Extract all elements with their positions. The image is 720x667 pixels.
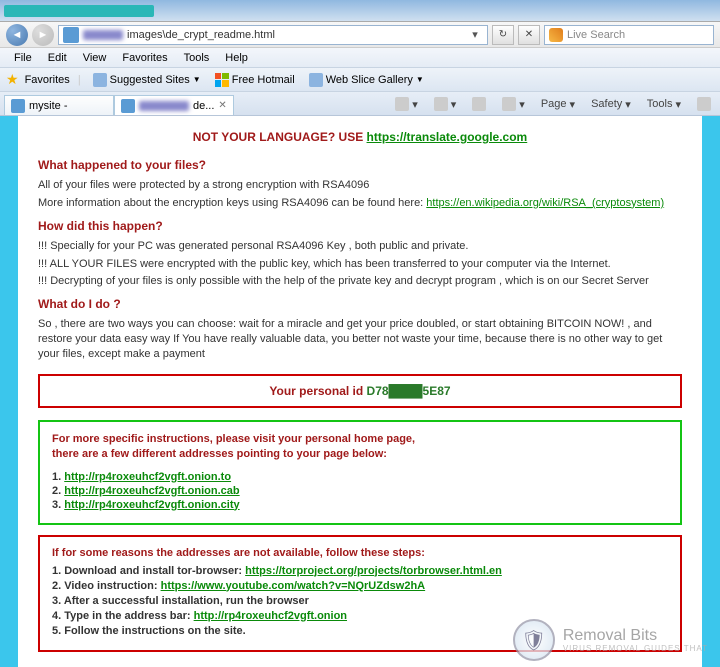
mail-button[interactable] [467, 95, 491, 113]
suggested-icon [93, 73, 107, 87]
heading-what-do: What do I do ? [38, 297, 682, 311]
step-2: 2. Video instruction: https://www.youtub… [52, 580, 668, 592]
bing-icon [549, 28, 563, 42]
menu-tools[interactable]: Tools [176, 50, 218, 66]
fav-free-hotmail[interactable]: Free Hotmail [211, 71, 299, 89]
step-3: 3. After a successful installation, run … [52, 595, 668, 607]
navigation-bar: ◄ ► images\de_crypt_readme.html ▾ ↻ ✕ Li… [0, 22, 720, 48]
menu-view[interactable]: View [75, 50, 115, 66]
safety-menu[interactable]: Safety▾ [586, 96, 636, 113]
feeds-button[interactable]: ▾ [429, 95, 462, 113]
watermark-sub: VIRUS REMOVAL GUIDES THAT [563, 644, 708, 653]
para-decrypt-only: !!! Decrypting of your files is only pos… [38, 274, 682, 289]
webslice-icon [309, 73, 323, 87]
close-tab-icon[interactable]: ✕ [218, 100, 226, 111]
menu-help[interactable]: Help [217, 50, 256, 66]
address-text: images\de_crypt_readme.html [127, 29, 463, 41]
print-button[interactable]: ▾ [497, 95, 530, 113]
command-bar: ▾ ▾ ▾ Page▾ Safety▾ Tools▾ [390, 93, 716, 115]
onion-link-2: 2. http://rp4roxeuhcf2vgft.onion.cab [52, 485, 668, 497]
menu-edit[interactable]: Edit [40, 50, 75, 66]
favorites-label[interactable]: Favorites [25, 74, 70, 86]
title-redacted [4, 5, 154, 17]
onion-links-box: For more specific instructions, please v… [38, 420, 682, 525]
help-button[interactable] [692, 95, 716, 113]
personal-id-box: Your personal id D78████5E87 [38, 374, 682, 408]
microsoft-icon [215, 73, 229, 87]
content-viewport[interactable]: NOT YOUR LANGUAGE? USE https://translate… [0, 116, 720, 667]
forward-button[interactable]: ► [32, 24, 54, 46]
ransom-note-page: NOT YOUR LANGUAGE? USE https://translate… [18, 116, 702, 667]
para-encrypted: All of your files were protected by a st… [38, 178, 682, 193]
onion-link-1: 1. http://rp4roxeuhcf2vgft.onion.to [52, 471, 668, 483]
watermark: 🛡 Removal Bits VIRUS REMOVAL GUIDES THAT [513, 619, 708, 661]
red-lead: If for some reasons the addresses are no… [52, 547, 668, 559]
video-link[interactable]: https://www.youtube.com/watch?v=NQrUZdsw… [161, 580, 426, 592]
mail-icon [472, 97, 486, 111]
ie-icon [11, 99, 25, 113]
page-menu[interactable]: Page▾ [536, 96, 580, 113]
fav-suggested-sites[interactable]: Suggested Sites▼ [89, 71, 205, 89]
menu-bar: File Edit View Favorites Tools Help [0, 48, 720, 68]
search-placeholder: Live Search [567, 29, 625, 41]
feeds-icon [434, 97, 448, 111]
back-button[interactable]: ◄ [6, 24, 28, 46]
refresh-button[interactable]: ↻ [492, 25, 514, 45]
heading-what-happened: What happened to your files? [38, 158, 682, 172]
home-icon [395, 97, 409, 111]
window-titlebar [0, 0, 720, 22]
menu-file[interactable]: File [6, 50, 40, 66]
language-notice: NOT YOUR LANGUAGE? USE https://translate… [38, 130, 682, 144]
tab-title-redacted [139, 101, 189, 111]
step-1: 1. Download and install tor-browser: htt… [52, 565, 668, 577]
print-icon [502, 97, 516, 111]
translate-link[interactable]: https://translate.google.com [367, 130, 528, 144]
para-more-info: More information about the encryption ke… [38, 196, 682, 211]
onion-address-link[interactable]: http://rp4roxeuhcf2vgft.onion [194, 610, 347, 622]
stop-button[interactable]: ✕ [518, 25, 540, 45]
watermark-icon: 🛡 [513, 619, 555, 661]
favorites-star-icon[interactable]: ★ [6, 71, 19, 88]
address-dropdown-icon[interactable]: ▾ [467, 28, 483, 41]
onion-link-3: 3. http://rp4roxeuhcf2vgft.onion.city [52, 499, 668, 511]
tools-menu[interactable]: Tools▾ [642, 96, 686, 113]
tor-download-link[interactable]: https://torproject.org/projects/torbrows… [245, 565, 502, 577]
heading-how-happen: How did this happen? [38, 219, 682, 233]
fav-web-slice[interactable]: Web Slice Gallery▼ [305, 71, 428, 89]
help-icon [697, 97, 711, 111]
address-redacted [83, 30, 123, 40]
personal-id-value: D78████5E87 [367, 384, 451, 398]
page-icon [63, 27, 79, 43]
para-key-generated: !!! Specially for your PC was generated … [38, 239, 682, 254]
para-two-ways: So , there are two ways you can choose: … [38, 317, 682, 362]
rsa-wiki-link[interactable]: https://en.wikipedia.org/wiki/RSA_(crypt… [426, 197, 664, 209]
search-box[interactable]: Live Search [544, 25, 714, 45]
tab-inactive[interactable]: mysite - [4, 95, 114, 115]
ie-icon [121, 99, 135, 113]
favorites-bar: ★ Favorites | Suggested Sites▼ Free Hotm… [0, 68, 720, 92]
watermark-title: Removal Bits [563, 628, 708, 644]
green-lead: For more specific instructions, please v… [52, 432, 668, 463]
para-files-encrypted: !!! ALL YOUR FILES were encrypted with t… [38, 257, 682, 272]
menu-favorites[interactable]: Favorites [114, 50, 175, 66]
tab-bar: mysite - de... ✕ ▾ ▾ ▾ Page▾ Safety▾ Too… [0, 92, 720, 116]
home-button[interactable]: ▾ [390, 95, 423, 113]
tab-active[interactable]: de... ✕ [114, 95, 234, 115]
address-bar[interactable]: images\de_crypt_readme.html ▾ [58, 25, 488, 45]
